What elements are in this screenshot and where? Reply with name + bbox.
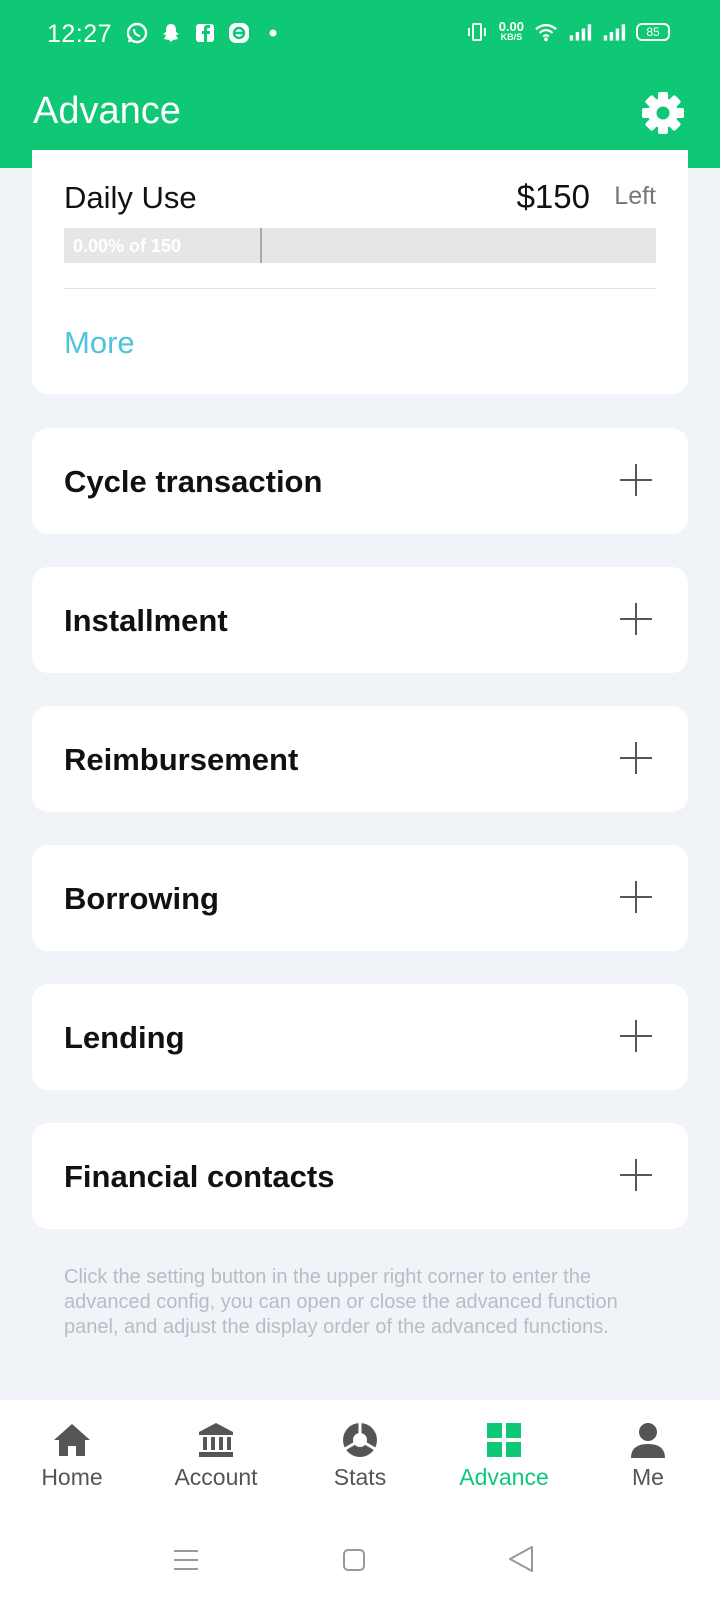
add-icon[interactable] [620, 881, 652, 913]
add-icon[interactable] [620, 464, 652, 496]
app-notification-icon [227, 21, 251, 45]
tab-label: Me [632, 1464, 664, 1490]
system-nav-bar [0, 1540, 720, 1580]
app-header: 12:27 0.00 KB/S 85 Advance [0, 0, 720, 168]
add-icon[interactable] [620, 603, 652, 635]
wifi-icon [534, 20, 558, 44]
bottom-area: Home Account Stats Advance Me [0, 1400, 720, 1600]
item-label: Reimbursement [64, 742, 299, 777]
signal-icon [568, 20, 592, 44]
item-label: Financial contacts [64, 1159, 335, 1194]
budget-amount: $150 [516, 178, 590, 215]
back-icon[interactable] [506, 1544, 536, 1579]
item-label: Cycle transaction [64, 464, 323, 499]
facebook-icon [193, 21, 217, 45]
person-icon [628, 1420, 668, 1460]
tab-account[interactable]: Account [144, 1400, 288, 1510]
tab-label: Home [41, 1464, 103, 1490]
bank-icon [196, 1420, 236, 1460]
item-label: Lending [64, 1020, 185, 1055]
status-bar: 12:27 0.00 KB/S 85 [0, 0, 720, 72]
more-link[interactable]: More [64, 325, 135, 361]
item-label: Borrowing [64, 881, 219, 916]
cycle-transaction-card[interactable]: Cycle transaction [32, 428, 688, 534]
budget-card: Daily Use $150 Left 0.00% of 150 More [32, 150, 688, 394]
battery-icon: 85 [636, 23, 670, 41]
add-icon[interactable] [620, 1020, 652, 1052]
signal-icon-2 [602, 20, 626, 44]
tab-me[interactable]: Me [576, 1400, 720, 1510]
snapchat-icon [159, 21, 183, 45]
installment-card[interactable]: Installment [32, 567, 688, 673]
reimbursement-card[interactable]: Reimbursement [32, 706, 688, 812]
settings-gear-icon[interactable] [640, 90, 686, 136]
tab-home[interactable]: Home [0, 1400, 144, 1510]
grid-icon [484, 1420, 524, 1460]
tab-bar: Home Account Stats Advance Me [0, 1400, 720, 1510]
whatsapp-icon [125, 21, 149, 45]
financial-contacts-card[interactable]: Financial contacts [32, 1123, 688, 1229]
status-time: 12:27 [47, 20, 113, 48]
budget-progress-bar: 0.00% of 150 [64, 228, 656, 263]
divider [64, 288, 656, 289]
tab-stats[interactable]: Stats [288, 1400, 432, 1510]
budget-left-label: Left [614, 182, 656, 210]
add-icon[interactable] [620, 1159, 652, 1191]
network-speed: 0.00 KB/S [498, 19, 524, 42]
borrowing-card[interactable]: Borrowing [32, 845, 688, 951]
budget-name: Daily Use [64, 180, 197, 215]
add-icon[interactable] [620, 742, 652, 774]
tab-advance[interactable]: Advance [432, 1400, 576, 1510]
home-icon [52, 1420, 92, 1460]
system-icons: 0.00 KB/S 85 [465, 20, 670, 44]
menu-icon[interactable] [172, 1548, 200, 1577]
page-title: Advance [33, 90, 181, 132]
item-label: Installment [64, 603, 228, 638]
progress-text: 0.00% of 150 [73, 236, 182, 256]
tab-label: Stats [333, 1464, 387, 1490]
tab-label: Account [174, 1464, 258, 1490]
vibrate-icon [465, 20, 489, 44]
settings-hint-text: Click the setting button in the upper ri… [64, 1266, 618, 1338]
notification-icons [125, 21, 285, 45]
dot-icon [261, 21, 285, 45]
progress-marker [260, 228, 262, 263]
home-nav-icon[interactable] [340, 1546, 368, 1579]
tab-label: Advance [459, 1464, 549, 1490]
lending-card[interactable]: Lending [32, 984, 688, 1090]
chart-icon [340, 1420, 380, 1460]
